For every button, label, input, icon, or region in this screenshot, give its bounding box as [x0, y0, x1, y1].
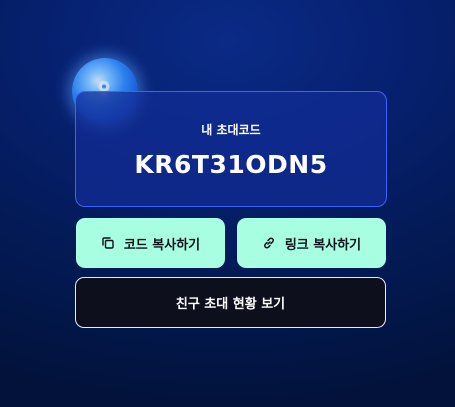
invite-code-card: 내 초대코드 KR6T31ODN5: [75, 91, 387, 207]
invite-code-label: 내 초대코드: [201, 123, 261, 137]
copy-link-label: 링크 복사하기: [284, 237, 362, 253]
copy-code-label: 코드 복사하기: [123, 237, 201, 253]
view-invite-status-button[interactable]: 친구 초대 현황 보기: [75, 277, 386, 328]
link-icon: [263, 237, 274, 249]
copy-code-button[interactable]: 코드 복사하기: [76, 218, 225, 268]
copy-link-button[interactable]: 링크 복사하기: [237, 218, 386, 268]
invite-code-value: KR6T31ODN5: [134, 150, 328, 179]
view-invite-status-label: 친구 초대 현황 보기: [175, 297, 286, 312]
copy-icon: [102, 237, 114, 249]
